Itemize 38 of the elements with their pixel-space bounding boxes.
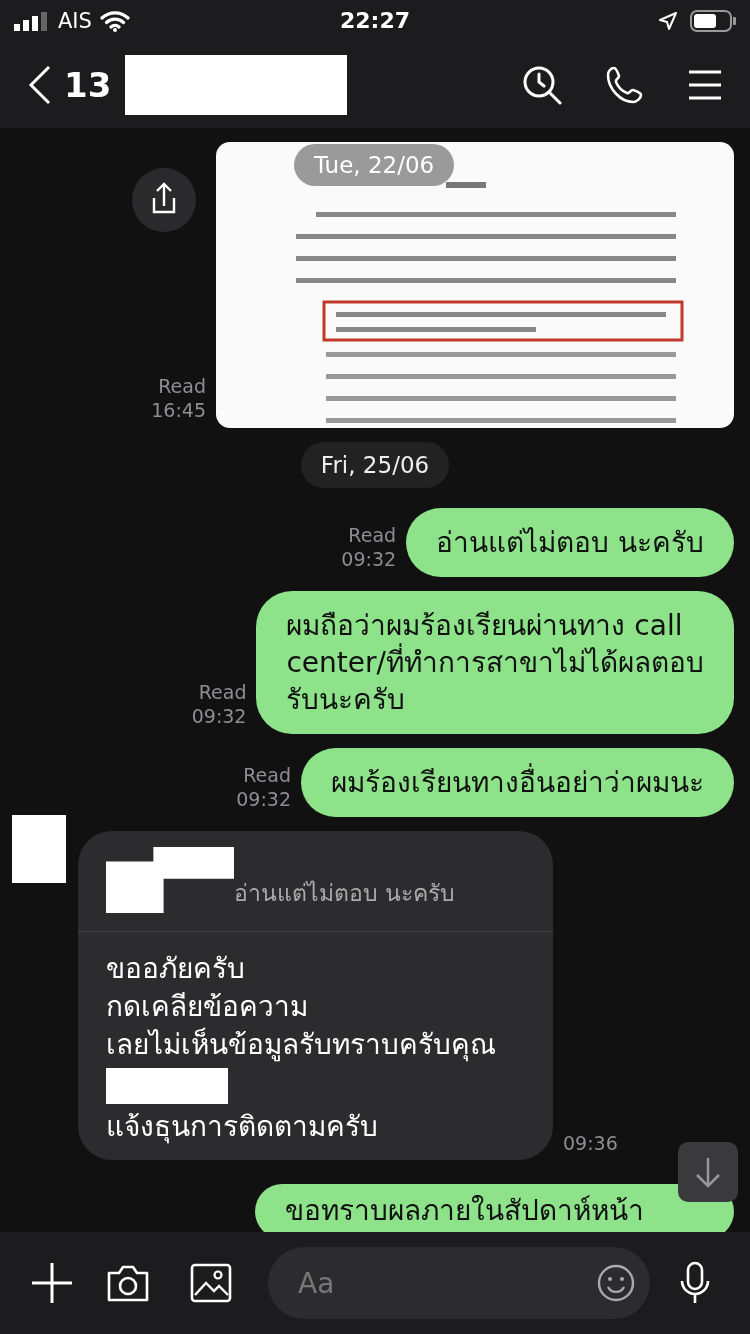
wifi-icon: [99, 10, 130, 32]
read-receipt: Read: [348, 523, 397, 547]
redacted-avatar: [12, 815, 66, 883]
message-text: ขออภัยครับ กดเคลียข้อความ เลยไม่เห็นข้อมูลรับทราบครับคุณ: [106, 951, 497, 1064]
carrier-name: AIS: [58, 9, 92, 33]
message-text: แจ้งธุนการติดตามครับ: [106, 1109, 379, 1146]
location-arrow-icon: [658, 11, 678, 31]
battery-icon: [690, 10, 736, 32]
menu-icon[interactable]: [688, 69, 722, 101]
phone-icon[interactable]: [606, 66, 644, 104]
date-label: Tue, 22/06: [294, 144, 455, 186]
emoji-icon[interactable]: [596, 1263, 636, 1303]
scroll-down-icon[interactable]: [678, 1142, 738, 1202]
message-bubble: ผมร้องเรียนทางอื่นอย่าว่าผมนะ: [301, 748, 734, 817]
clock-time: 22:27: [340, 8, 410, 33]
read-receipt: Read: [243, 763, 291, 787]
quoted-message: อ่านแต่ไม่ตอบ นะครับ: [234, 879, 456, 908]
message-time: 16:45: [151, 398, 206, 422]
message-input-field[interactable]: Aa: [268, 1247, 650, 1319]
microphone-icon[interactable]: [680, 1261, 710, 1305]
camera-icon[interactable]: [106, 1263, 150, 1303]
message-bubble: ขอทราบผลภายในสัปดาห์หน้า: [255, 1184, 734, 1232]
share-icon[interactable]: [132, 168, 196, 232]
date-label: Fri, 25/06: [300, 442, 450, 488]
chat-title: 13: [64, 65, 112, 105]
read-receipt: Read: [198, 680, 247, 704]
message-bubble: อ่านแต่ไม่ตอบ นะครับ: [406, 508, 734, 577]
message-time: 09:32: [191, 704, 247, 728]
back-icon[interactable]: [28, 65, 52, 105]
signal-icon: [14, 11, 50, 31]
search-history-icon[interactable]: [522, 65, 562, 105]
image-icon[interactable]: [190, 1263, 232, 1303]
read-receipt: Read: [158, 374, 206, 398]
message-bubble: ผมถือว่าผมร้องเรียนผ่านทาง call center/ที่ทำการสาขาไม่ได้ผลตอบ รับนะครับ: [256, 591, 734, 734]
message-time: 09:36: [563, 1132, 618, 1154]
message-time: 09:32: [341, 547, 397, 571]
plus-icon[interactable]: [30, 1261, 74, 1305]
message-time: 09:32: [236, 787, 291, 811]
